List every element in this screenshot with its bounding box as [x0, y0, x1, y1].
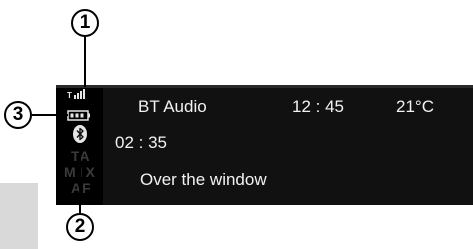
signal-strength-icon: T	[67, 89, 85, 100]
bluetooth-icon	[73, 125, 87, 143]
af-indicator: AF	[71, 180, 92, 196]
callout-3-leader-line	[32, 114, 68, 116]
clock-display: 12 : 45	[292, 97, 344, 116]
callout-3-marker: 3	[4, 101, 32, 129]
battery-icon	[67, 110, 90, 121]
callout-1-marker: 1	[71, 9, 99, 37]
grey-background-strip	[0, 183, 38, 249]
track-title-display: Over the window	[140, 170, 267, 189]
callout-1-leader-line	[84, 37, 86, 87]
audio-source-label: BT Audio	[138, 97, 207, 116]
elapsed-time-display: 02 : 35	[115, 133, 167, 152]
callout-2-marker: 2	[66, 213, 94, 241]
callout-2-leader-line	[79, 143, 81, 213]
svg-text:T: T	[67, 91, 72, 100]
temperature-display: 21°C	[396, 97, 434, 116]
